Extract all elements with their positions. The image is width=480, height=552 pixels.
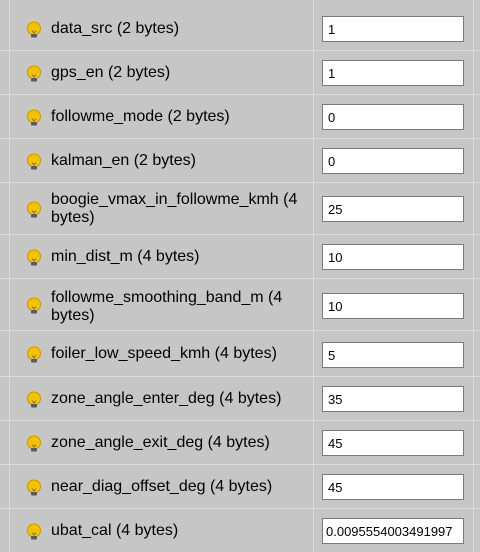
param-value-input[interactable] — [322, 293, 464, 319]
param-value-input[interactable] — [322, 244, 464, 270]
lightbulb-icon — [27, 153, 41, 170]
param-value-input[interactable] — [322, 430, 464, 456]
lightbulb-icon — [27, 65, 41, 82]
lightbulb-icon — [27, 201, 41, 218]
param-label: foiler_low_speed_kmh (4 bytes) — [51, 345, 277, 362]
param-value-input[interactable] — [322, 386, 464, 412]
param-row-boogie-vmax: boogie_vmax_in_followme_kmh (4 bytes) — [0, 183, 480, 235]
param-value-input[interactable] — [322, 518, 464, 544]
param-row-followme-smoothing: followme_smoothing_band_m (4 bytes) — [0, 279, 480, 331]
lightbulb-icon — [27, 249, 41, 266]
param-row-followme-mode: followme_mode (2 bytes) — [0, 95, 480, 139]
param-row-data-src: data_src (2 bytes) — [0, 7, 480, 51]
param-label: followme_smoothing_band_m (4 bytes) — [51, 289, 283, 324]
param-row-near-diag-offset: near_diag_offset_deg (4 bytes) — [0, 465, 480, 509]
param-row-kalman-en: kalman_en (2 bytes) — [0, 139, 480, 183]
param-label: followme_mode (2 bytes) — [51, 108, 230, 125]
param-label: zone_angle_enter_deg (4 bytes) — [51, 390, 282, 407]
lightbulb-icon — [27, 21, 41, 38]
lightbulb-icon — [27, 435, 41, 452]
param-label: ubat_cal (4 bytes) — [51, 522, 179, 539]
param-value-input[interactable] — [322, 148, 464, 174]
param-value-input[interactable] — [322, 16, 464, 42]
lightbulb-icon — [27, 523, 41, 540]
lightbulb-icon — [27, 346, 41, 363]
param-label: zone_angle_exit_deg (4 bytes) — [51, 434, 270, 451]
param-label: kalman_en (2 bytes) — [51, 152, 196, 169]
param-value-input[interactable] — [322, 60, 464, 86]
param-label: gps_en (2 bytes) — [51, 64, 171, 81]
lightbulb-icon — [27, 297, 41, 314]
param-row-gps-en: gps_en (2 bytes) — [0, 51, 480, 95]
param-row-foiler-low-speed: foiler_low_speed_kmh (4 bytes) — [0, 331, 480, 377]
param-label: min_dist_m (4 bytes) — [51, 248, 200, 265]
param-label: data_src (2 bytes) — [51, 20, 180, 37]
param-row-zone-angle-exit: zone_angle_exit_deg (4 bytes) — [0, 421, 480, 465]
param-value-input[interactable] — [322, 196, 464, 222]
lightbulb-icon — [27, 479, 41, 496]
lightbulb-icon — [27, 109, 41, 126]
param-label: near_diag_offset_deg (4 bytes) — [51, 478, 273, 495]
param-row-zone-angle-enter: zone_angle_enter_deg (4 bytes) — [0, 377, 480, 421]
param-value-input[interactable] — [322, 104, 464, 130]
param-value-input[interactable] — [322, 342, 464, 368]
parameter-table: data_src (2 bytes) gps_en (2 bytes) foll… — [0, 0, 480, 552]
param-row-min-dist: min_dist_m (4 bytes) — [0, 235, 480, 279]
lightbulb-icon — [27, 391, 41, 408]
param-row-ubat-cal: ubat_cal (4 bytes) — [0, 509, 480, 552]
param-label: boogie_vmax_in_followme_kmh (4 bytes) — [51, 191, 298, 226]
param-value-input[interactable] — [322, 474, 464, 500]
